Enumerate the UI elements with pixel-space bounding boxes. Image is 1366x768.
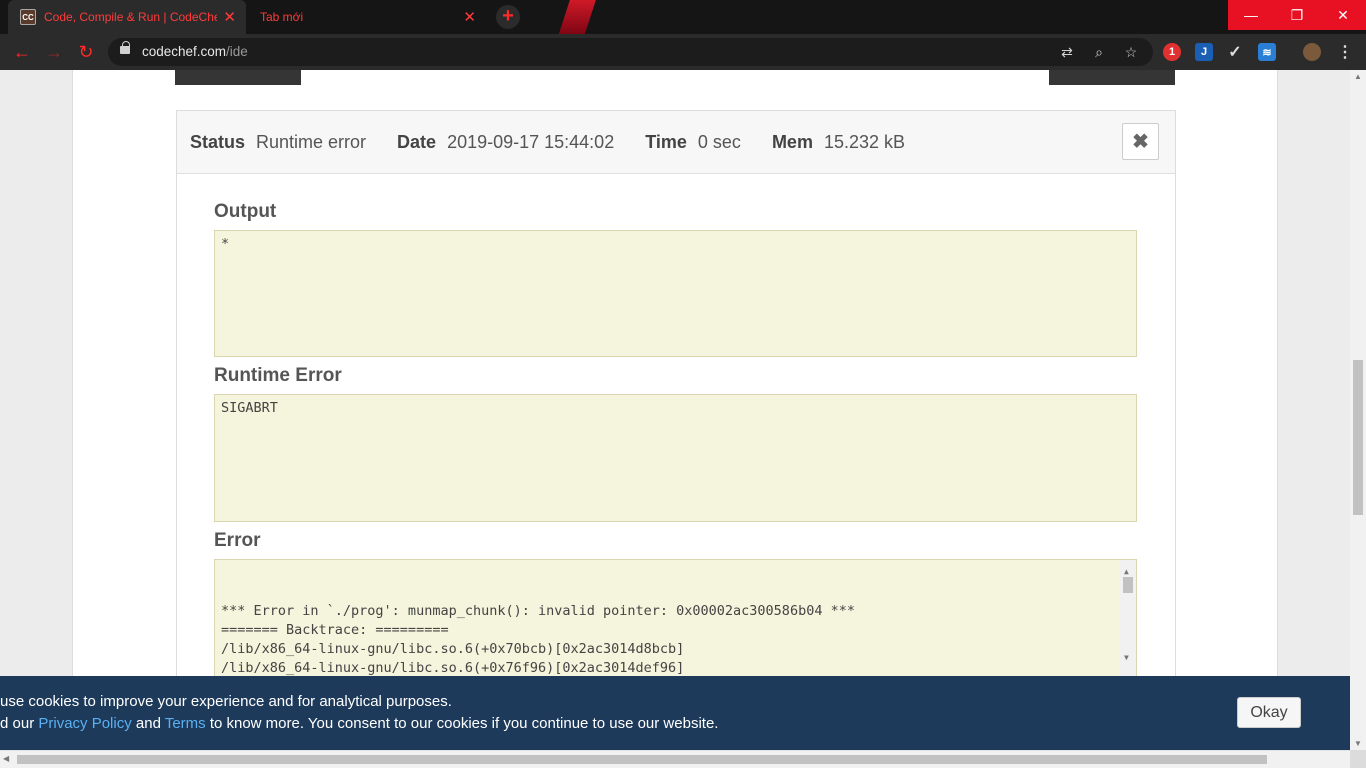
scroll-down-icon[interactable]: ▼ bbox=[1354, 739, 1362, 748]
status-bar: Status Runtime error Date 2019-09-17 15:… bbox=[177, 111, 1175, 174]
cookie-okay-button[interactable]: Okay bbox=[1237, 697, 1301, 728]
reload-icon[interactable]: ↻ bbox=[74, 40, 98, 64]
ide-tab-left[interactable] bbox=[175, 70, 301, 85]
close-result-button[interactable]: ✖ bbox=[1122, 123, 1159, 160]
menu-kebab-icon[interactable]: ⋮ bbox=[1336, 43, 1354, 61]
extension-j-icon[interactable]: J bbox=[1195, 43, 1213, 61]
error-box[interactable]: *** Error in `./prog': munmap_chunk(): i… bbox=[214, 559, 1137, 684]
runtime-error-box: SIGABRT bbox=[214, 394, 1137, 522]
cookie-banner: use cookies to improve your experience a… bbox=[0, 676, 1350, 750]
extension-adblock-icon[interactable]: 1 bbox=[1163, 43, 1181, 61]
privacy-policy-link[interactable]: Privacy Policy bbox=[38, 715, 131, 732]
mem-value: 15.232 kB bbox=[823, 131, 906, 152]
scroll-up-icon[interactable]: ▲ bbox=[1354, 72, 1362, 81]
output-box: * bbox=[214, 230, 1137, 357]
restore-icon[interactable]: ❐ bbox=[1274, 0, 1320, 30]
new-tab-button[interactable]: + bbox=[496, 5, 520, 29]
tab-title: Code, Compile & Run | CodeChe bbox=[44, 10, 218, 24]
date-value: 2019-09-17 15:44:02 bbox=[447, 131, 615, 152]
page-vertical-scrollbar[interactable]: ▲ ▼ bbox=[1350, 70, 1366, 750]
close-icon[interactable]: ✕ bbox=[223, 8, 236, 26]
window-controls: — ❐ ✕ bbox=[1228, 0, 1366, 30]
address-bar[interactable]: codechef.com/ide ⇄ ⌕ ☆ bbox=[108, 38, 1153, 66]
runtime-error-title: Runtime Error bbox=[214, 365, 342, 386]
cookie-text-line2: d our Privacy Policy and Terms to know m… bbox=[0, 715, 719, 732]
profile-avatar[interactable] bbox=[1303, 43, 1321, 61]
tab-codechef[interactable]: CC Code, Compile & Run | CodeChe ✕ bbox=[8, 0, 246, 34]
status-label: Status bbox=[190, 131, 246, 152]
lock-icon bbox=[120, 41, 130, 54]
scroll-down-icon[interactable]: ▼ bbox=[1124, 648, 1129, 667]
cookie-text-line1: use cookies to improve your experience a… bbox=[0, 693, 452, 710]
page-horizontal-scrollbar[interactable]: ◀ bbox=[0, 750, 1350, 768]
page-card: Status Runtime error Date 2019-09-17 15:… bbox=[72, 70, 1278, 750]
extension-check-icon[interactable]: ✓ bbox=[1226, 43, 1244, 61]
terms-link[interactable]: Terms bbox=[165, 715, 206, 732]
browser-tabstrip: CC Code, Compile & Run | CodeChe ✕ Tab m… bbox=[0, 0, 1366, 34]
time-value: 0 sec bbox=[697, 131, 741, 152]
close-icon: ✖ bbox=[1132, 131, 1149, 153]
url-text: codechef.com/ide bbox=[142, 44, 248, 59]
status-value: Runtime error bbox=[256, 131, 367, 152]
execution-result-panel: Status Runtime error Date 2019-09-17 15:… bbox=[176, 110, 1176, 750]
time-label: Time bbox=[645, 131, 687, 152]
extension-layers-icon[interactable]: ≋ bbox=[1258, 43, 1276, 61]
ide-tab-right[interactable] bbox=[1049, 70, 1175, 85]
back-icon[interactable]: ← bbox=[10, 40, 34, 64]
scroll-thumb[interactable] bbox=[17, 755, 1267, 764]
tab-title: Tab mới bbox=[260, 10, 304, 24]
scrollbar-corner bbox=[1350, 750, 1366, 768]
close-icon[interactable]: ✕ bbox=[463, 8, 476, 26]
translate-icon[interactable]: ⇄ bbox=[1058, 43, 1076, 61]
page-viewport: Status Runtime error Date 2019-09-17 15:… bbox=[0, 70, 1350, 750]
extension-badge: 1 bbox=[1168, 46, 1176, 58]
minimize-icon[interactable]: — bbox=[1228, 0, 1274, 30]
browser-toolbar: ← → ↻ codechef.com/ide ⇄ ⌕ ☆ 1 J ✓ ≋ ⋮ bbox=[0, 34, 1366, 70]
bookmark-star-icon[interactable]: ☆ bbox=[1122, 43, 1140, 61]
scroll-left-icon[interactable]: ◀ bbox=[3, 754, 9, 763]
error-vertical-scrollbar[interactable]: ▲ ▼ bbox=[1120, 560, 1136, 683]
codechef-favicon-icon: CC bbox=[20, 9, 36, 25]
output-title: Output bbox=[214, 201, 277, 222]
mem-label: Mem bbox=[771, 131, 813, 152]
scroll-thumb[interactable] bbox=[1353, 360, 1363, 515]
zoom-icon[interactable]: ⌕ bbox=[1090, 43, 1108, 61]
forward-icon[interactable]: → bbox=[42, 40, 66, 64]
tab-new[interactable]: Tab mới ✕ bbox=[248, 0, 486, 34]
wallpaper-accent bbox=[556, 0, 600, 34]
window-close-icon[interactable]: ✕ bbox=[1320, 0, 1366, 30]
date-label: Date bbox=[397, 131, 437, 152]
error-title: Error bbox=[214, 530, 261, 551]
error-text: *** Error in `./prog': munmap_chunk(): i… bbox=[221, 603, 855, 683]
scroll-thumb[interactable] bbox=[1123, 577, 1133, 593]
